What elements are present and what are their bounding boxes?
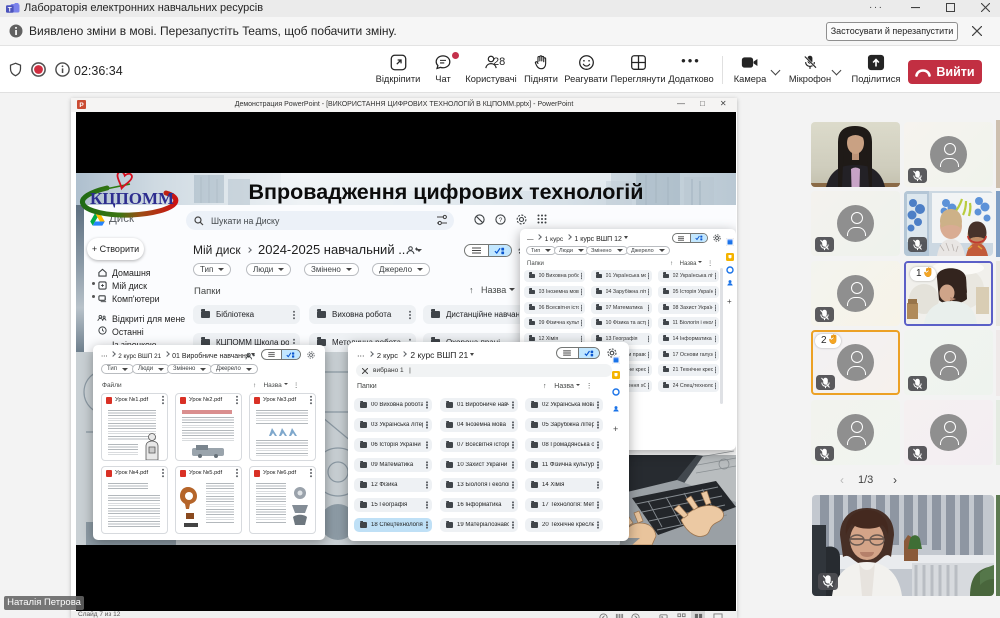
svg-text:?: ? [499, 217, 503, 224]
svg-text:КЦПОММ: КЦПОММ [90, 189, 174, 208]
svg-text:T: T [8, 6, 12, 13]
svg-text:P: P [79, 102, 84, 109]
